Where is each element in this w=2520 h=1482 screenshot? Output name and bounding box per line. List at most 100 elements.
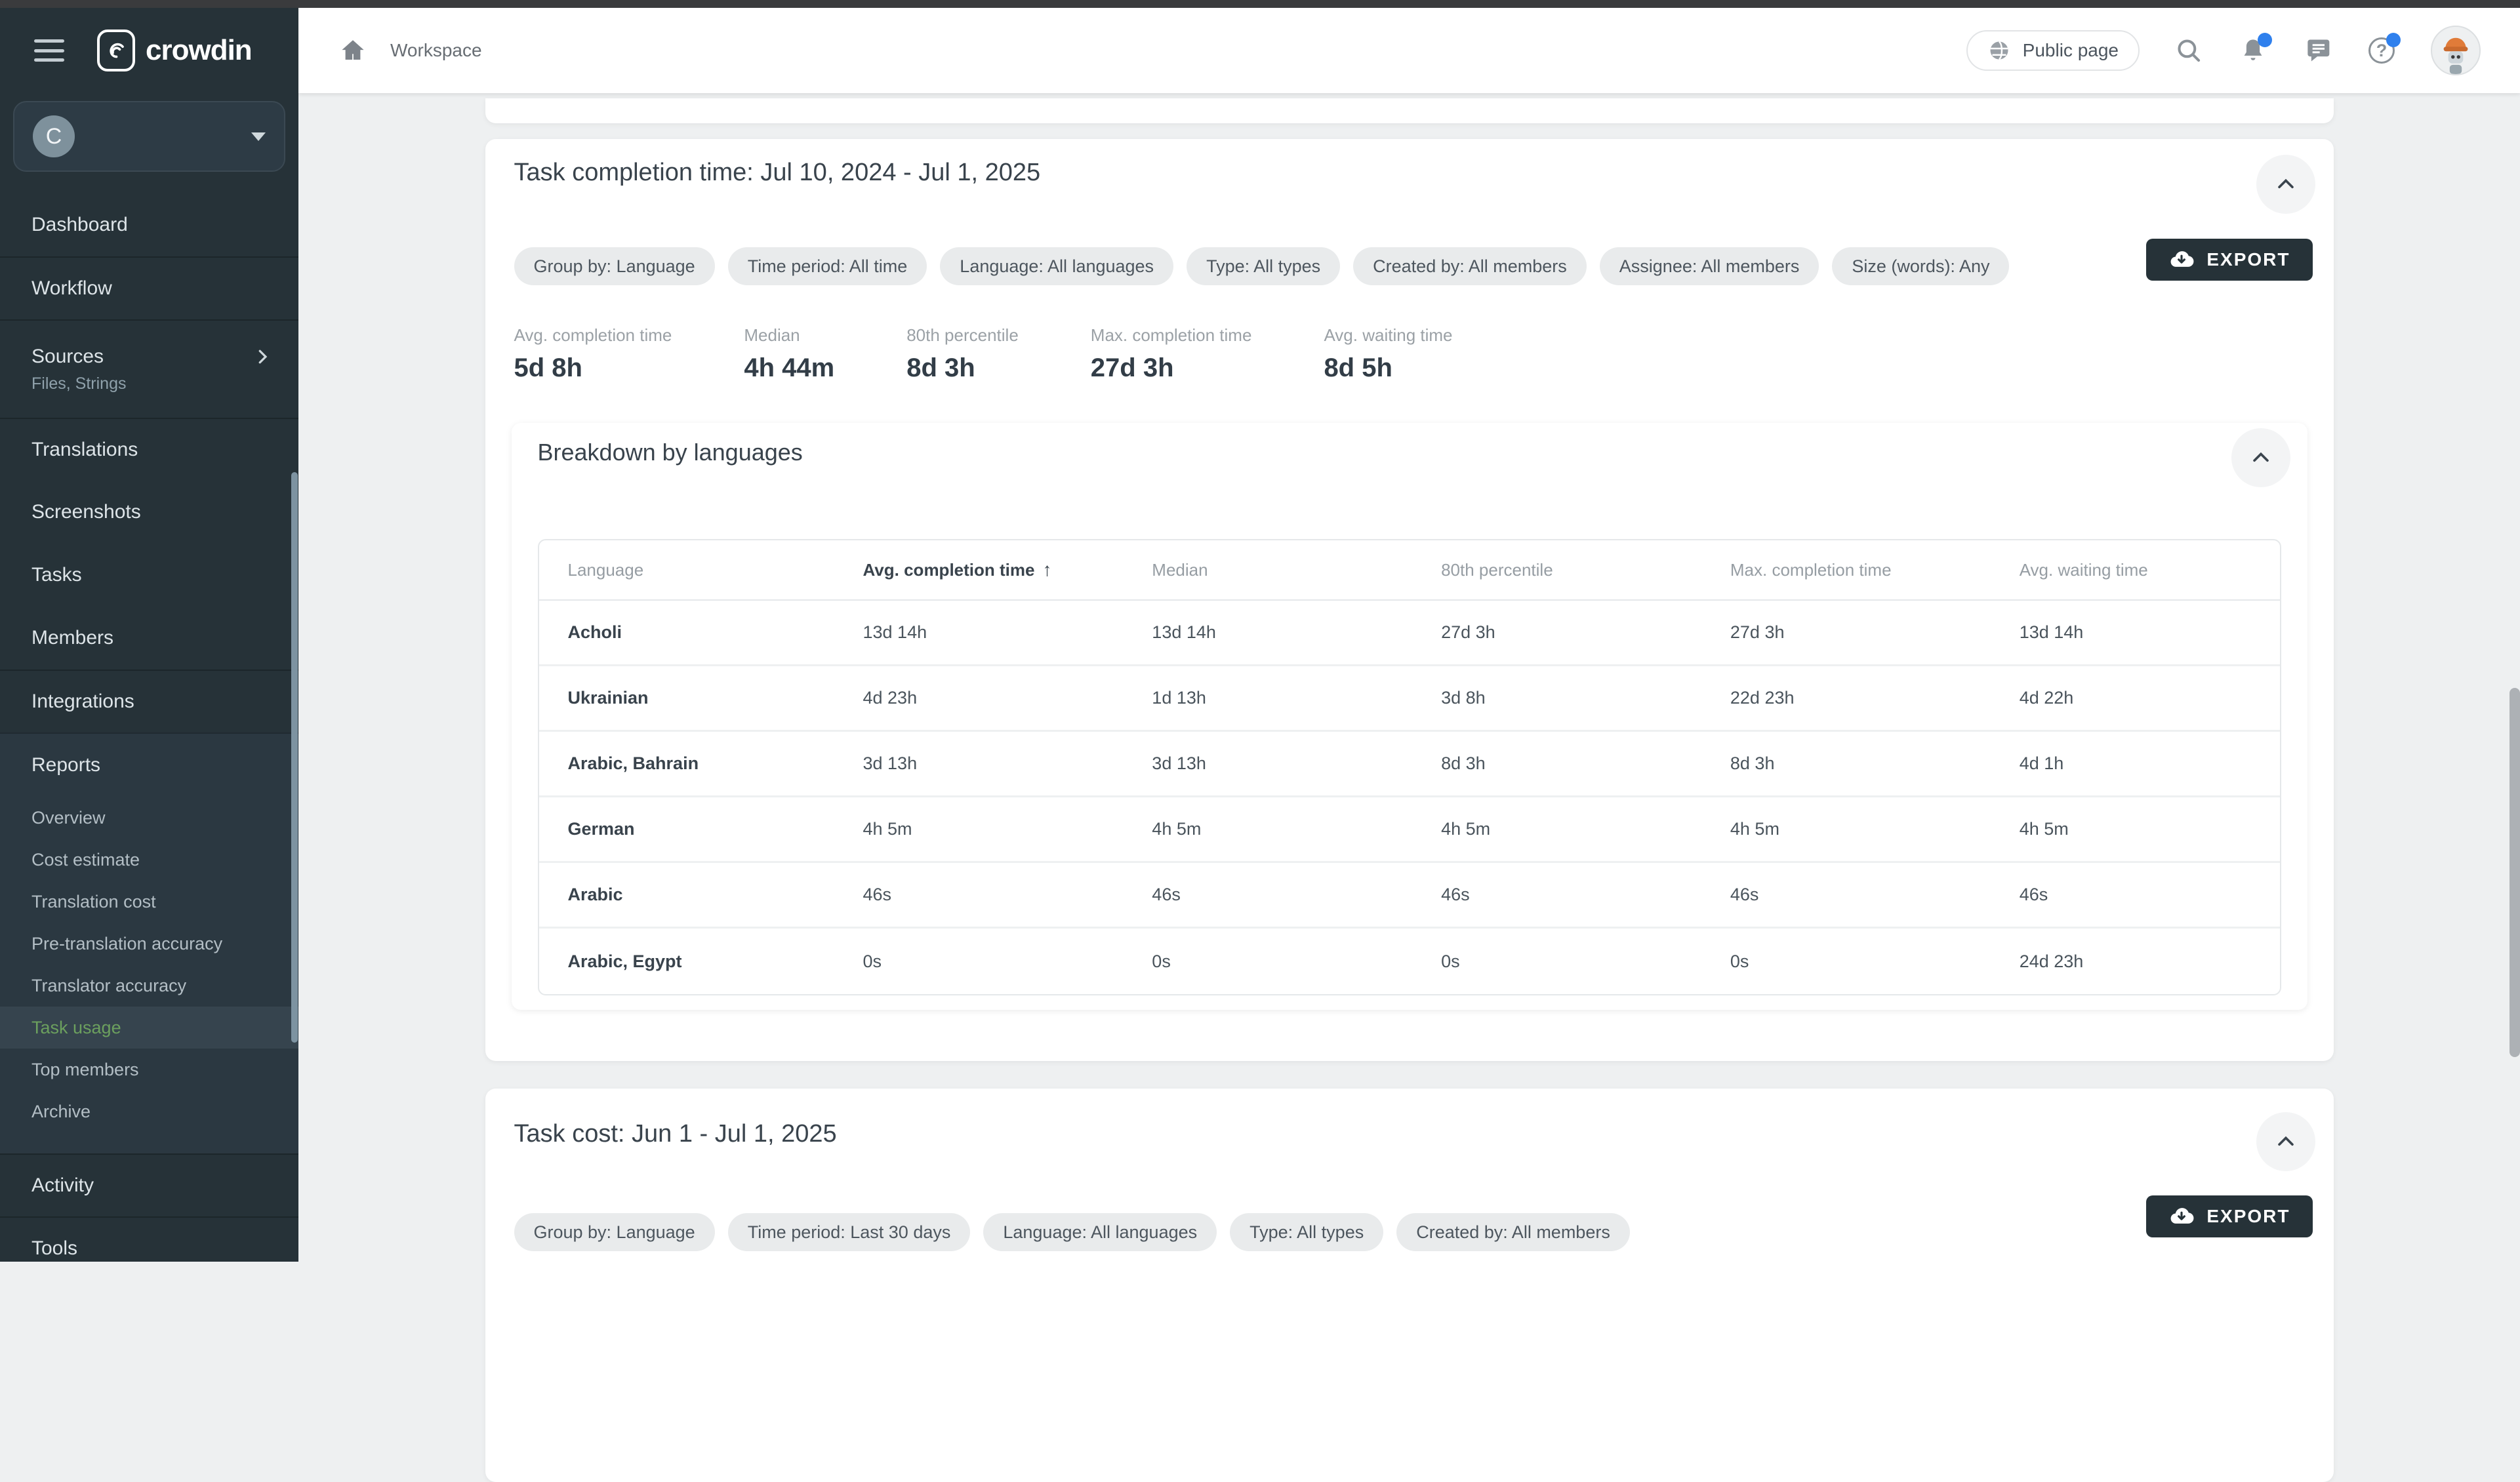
crowdin-logo-icon — [97, 30, 135, 71]
export-button[interactable]: EXPORT — [2146, 239, 2312, 281]
filter-chip-time-period[interactable]: Time period: Last 30 days — [728, 1213, 971, 1251]
table-row[interactable]: Arabic 46s 46s 46s 46s 46s — [539, 863, 2280, 929]
sort-asc-icon: ↑ — [1042, 559, 1051, 580]
public-page-button[interactable]: Public page — [1966, 30, 2140, 71]
sidebar-item-reports[interactable]: Reports — [0, 734, 298, 797]
search-button[interactable] — [2174, 35, 2204, 66]
task-completion-card: Task completion time: Jul 10, 2024 - Jul… — [485, 139, 2334, 1061]
table-row[interactable]: Acholi 13d 14h 13d 14h 27d 3h 27d 3h 13d… — [539, 601, 2280, 666]
hamburger-menu-icon[interactable] — [34, 39, 64, 62]
task-completion-filters: Group by: Language Time period: All time… — [485, 247, 2334, 285]
column-header-median[interactable]: Median — [1123, 540, 1412, 599]
filter-chip-group-by[interactable]: Group by: Language — [514, 247, 715, 285]
stat-max-completion-time: Max. completion time 27d 3h — [1091, 325, 1252, 384]
globe-icon — [1987, 39, 2011, 62]
account-avatar: C — [33, 115, 75, 157]
window-top-strip — [0, 0, 2520, 8]
collapse-task-completion-button[interactable] — [2256, 155, 2315, 214]
sidebar-item-activity[interactable]: Activity — [0, 1153, 298, 1216]
sidebar-item-screenshots[interactable]: Screenshots — [0, 481, 298, 544]
previous-card-partial — [485, 98, 2334, 123]
table-row[interactable]: German 4h 5m 4h 5m 4h 5m 4h 5m 4h 5m — [539, 797, 2280, 863]
filter-chip-assignee[interactable]: Assignee: All members — [1600, 247, 1819, 285]
summary-stats: Avg. completion time 5d 8h Median 4h 44m… — [485, 325, 2334, 384]
stat-80th-percentile: 80th percentile 8d 3h — [906, 325, 1019, 384]
home-icon — [339, 37, 367, 64]
table-header-row: Language Avg. completion time ↑ Median 8… — [539, 540, 2280, 601]
stat-avg-waiting-time: Avg. waiting time 8d 5h — [1324, 325, 1452, 384]
filter-chip-size[interactable]: Size (words): Any — [1832, 247, 2009, 285]
reports-group: Reports Overview Cost estimate Translati… — [0, 732, 298, 1153]
column-header-80th-percentile[interactable]: 80th percentile — [1412, 540, 1701, 599]
sidebar-item-tasks[interactable]: Tasks — [0, 544, 298, 607]
sidebar-item-integrations[interactable]: Integrations — [0, 670, 298, 732]
notifications-button[interactable] — [2238, 35, 2268, 66]
sidebar-item-task-usage[interactable]: Task usage — [0, 1007, 298, 1049]
sidebar: crowdin C Dashboard Workflow Sources Fil… — [0, 8, 298, 1262]
filter-chip-time-period[interactable]: Time period: All time — [728, 247, 927, 285]
sidebar-item-top-members[interactable]: Top members — [0, 1049, 298, 1091]
breakdown-title: Breakdown by languages — [512, 423, 2307, 466]
filter-chip-group-by[interactable]: Group by: Language — [514, 1213, 715, 1251]
messages-button[interactable] — [2302, 35, 2332, 66]
sidebar-item-pre-translation-accuracy[interactable]: Pre-translation accuracy — [0, 923, 298, 965]
collapse-task-cost-button[interactable] — [2256, 1112, 2315, 1171]
cloud-download-icon — [2168, 247, 2195, 273]
export-button[interactable]: EXPORT — [2146, 1195, 2312, 1237]
table-row[interactable]: Arabic, Bahrain 3d 13h 3d 13h 8d 3h 8d 3… — [539, 732, 2280, 797]
crowdin-logo[interactable]: crowdin — [97, 30, 252, 71]
notification-dot — [2258, 33, 2272, 47]
sidebar-item-sources[interactable]: Sources Files, Strings — [0, 319, 298, 418]
column-header-language[interactable]: Language — [539, 540, 834, 599]
languages-table: Language Avg. completion time ↑ Median 8… — [538, 539, 2281, 995]
main-content: Task completion time: Jul 10, 2024 - Jul… — [298, 93, 2520, 1262]
breadcrumb-label: Workspace — [390, 40, 482, 61]
chat-icon — [2303, 36, 2332, 65]
task-completion-title: Task completion time: Jul 10, 2024 - Jul… — [514, 159, 2242, 187]
page-scrollbar[interactable] — [2510, 688, 2520, 1057]
account-switcher[interactable]: C — [13, 101, 285, 172]
topbar: Workspace Public page — [298, 8, 2520, 93]
table-row[interactable]: Arabic, Egypt 0s 0s 0s 0s 24d 23h — [539, 929, 2280, 994]
filter-chip-language[interactable]: Language: All languages — [940, 247, 1173, 285]
filter-chip-created-by[interactable]: Created by: All members — [1353, 247, 1587, 285]
chevron-right-icon — [253, 347, 272, 367]
filter-chip-created-by[interactable]: Created by: All members — [1396, 1213, 1630, 1251]
task-cost-card: Task cost: Jun 1 - Jul 1, 2025 Group by:… — [485, 1089, 2334, 1482]
sidebar-item-tools[interactable]: Tools — [0, 1216, 298, 1262]
collapse-breakdown-button[interactable] — [2231, 428, 2290, 487]
stat-median: Median 4h 44m — [744, 325, 834, 384]
public-page-label: Public page — [2023, 40, 2119, 61]
sidebar-item-translations[interactable]: Translations — [0, 418, 298, 481]
column-header-avg-waiting-time[interactable]: Avg. waiting time — [1991, 540, 2280, 599]
breadcrumb[interactable]: Workspace — [339, 37, 482, 64]
help-button[interactable]: ? — [2367, 35, 2397, 66]
filter-chip-type[interactable]: Type: All types — [1187, 247, 1340, 285]
column-header-max-completion-time[interactable]: Max. completion time — [1701, 540, 1991, 599]
sidebar-item-translator-accuracy[interactable]: Translator accuracy — [0, 965, 298, 1007]
user-avatar[interactable] — [2431, 26, 2481, 75]
stat-avg-completion-time: Avg. completion time 5d 8h — [514, 325, 672, 384]
table-row[interactable]: Ukrainian 4d 23h 1d 13h 3d 8h 22d 23h 4d… — [539, 666, 2280, 732]
sidebar-item-archive[interactable]: Archive — [0, 1091, 298, 1132]
sources-subtitle: Files, Strings — [31, 374, 272, 393]
topbar-actions: Public page — [1966, 26, 2481, 75]
sidebar-item-workflow[interactable]: Workflow — [0, 256, 298, 319]
sidebar-item-members[interactable]: Members — [0, 607, 298, 670]
export-label: EXPORT — [2206, 1206, 2290, 1227]
sidebar-scrollbar[interactable] — [291, 472, 298, 1043]
column-header-avg-completion-time[interactable]: Avg. completion time ↑ — [834, 540, 1124, 599]
help-dot — [2386, 33, 2401, 47]
chevron-up-icon — [2275, 173, 2297, 195]
sidebar-item-cost-estimate[interactable]: Cost estimate — [0, 839, 298, 881]
filter-chip-language[interactable]: Language: All languages — [983, 1213, 1217, 1251]
sidebar-nav: Dashboard Workflow Sources Files, String… — [0, 193, 298, 1262]
sidebar-item-translation-cost[interactable]: Translation cost — [0, 881, 298, 923]
filter-chip-type[interactable]: Type: All types — [1230, 1213, 1383, 1251]
search-icon — [2175, 37, 2203, 64]
sidebar-header: crowdin — [0, 8, 298, 93]
sidebar-item-overview[interactable]: Overview — [0, 797, 298, 839]
cloud-download-icon — [2168, 1203, 2195, 1230]
chevron-up-icon — [2250, 447, 2272, 469]
sidebar-item-dashboard[interactable]: Dashboard — [0, 193, 298, 256]
